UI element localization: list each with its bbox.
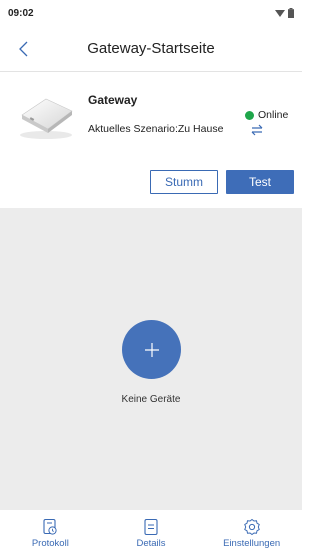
settings-icon xyxy=(243,518,260,536)
status-time: 09:02 xyxy=(8,7,34,19)
chevron-left-icon xyxy=(19,41,28,57)
status-label: Online xyxy=(258,109,289,121)
status-icons xyxy=(275,8,294,18)
nav-item-protokoll[interactable]: Protokoll xyxy=(5,518,95,549)
device-list-area: Keine Geräte xyxy=(0,208,302,510)
nav-item-details[interactable]: Details xyxy=(106,518,196,549)
details-icon xyxy=(144,518,158,536)
log-icon xyxy=(43,518,57,535)
status-bar: 09:02 xyxy=(0,0,302,26)
status-indicator: Online xyxy=(245,109,288,121)
back-button[interactable] xyxy=(14,39,34,59)
page-title: Gateway-Startseite xyxy=(87,40,215,57)
battery-icon xyxy=(288,8,294,18)
nav-label-protokoll: Protokoll xyxy=(31,538,69,549)
add-device-button[interactable] xyxy=(122,320,181,379)
current-scene: Aktuelles Szenario:Zu Hause xyxy=(88,123,224,135)
gateway-device-image xyxy=(20,98,73,139)
device-card: Gateway Aktuelles Szenario:Zu Hause Onli… xyxy=(0,73,302,208)
switch-scene-icon[interactable] xyxy=(250,123,264,137)
device-name: Gateway xyxy=(88,93,138,107)
action-buttons: Stumm Test xyxy=(0,170,302,196)
nav-item-einstellungen[interactable]: Einstellungen xyxy=(207,518,297,549)
nav-label-details: Details xyxy=(136,538,166,549)
test-button[interactable]: Test xyxy=(226,170,294,194)
online-dot-icon xyxy=(245,110,254,120)
wifi-icon xyxy=(275,10,285,17)
plus-icon xyxy=(144,342,159,357)
bottom-navigation: Protokoll Details Einstellungen xyxy=(0,510,302,558)
mute-button[interactable]: Stumm xyxy=(150,170,218,194)
app-header: Gateway-Startseite xyxy=(0,26,302,72)
empty-state-label: Keine Geräte xyxy=(121,394,181,405)
nav-label-einstellungen: Einstellungen xyxy=(223,538,281,549)
